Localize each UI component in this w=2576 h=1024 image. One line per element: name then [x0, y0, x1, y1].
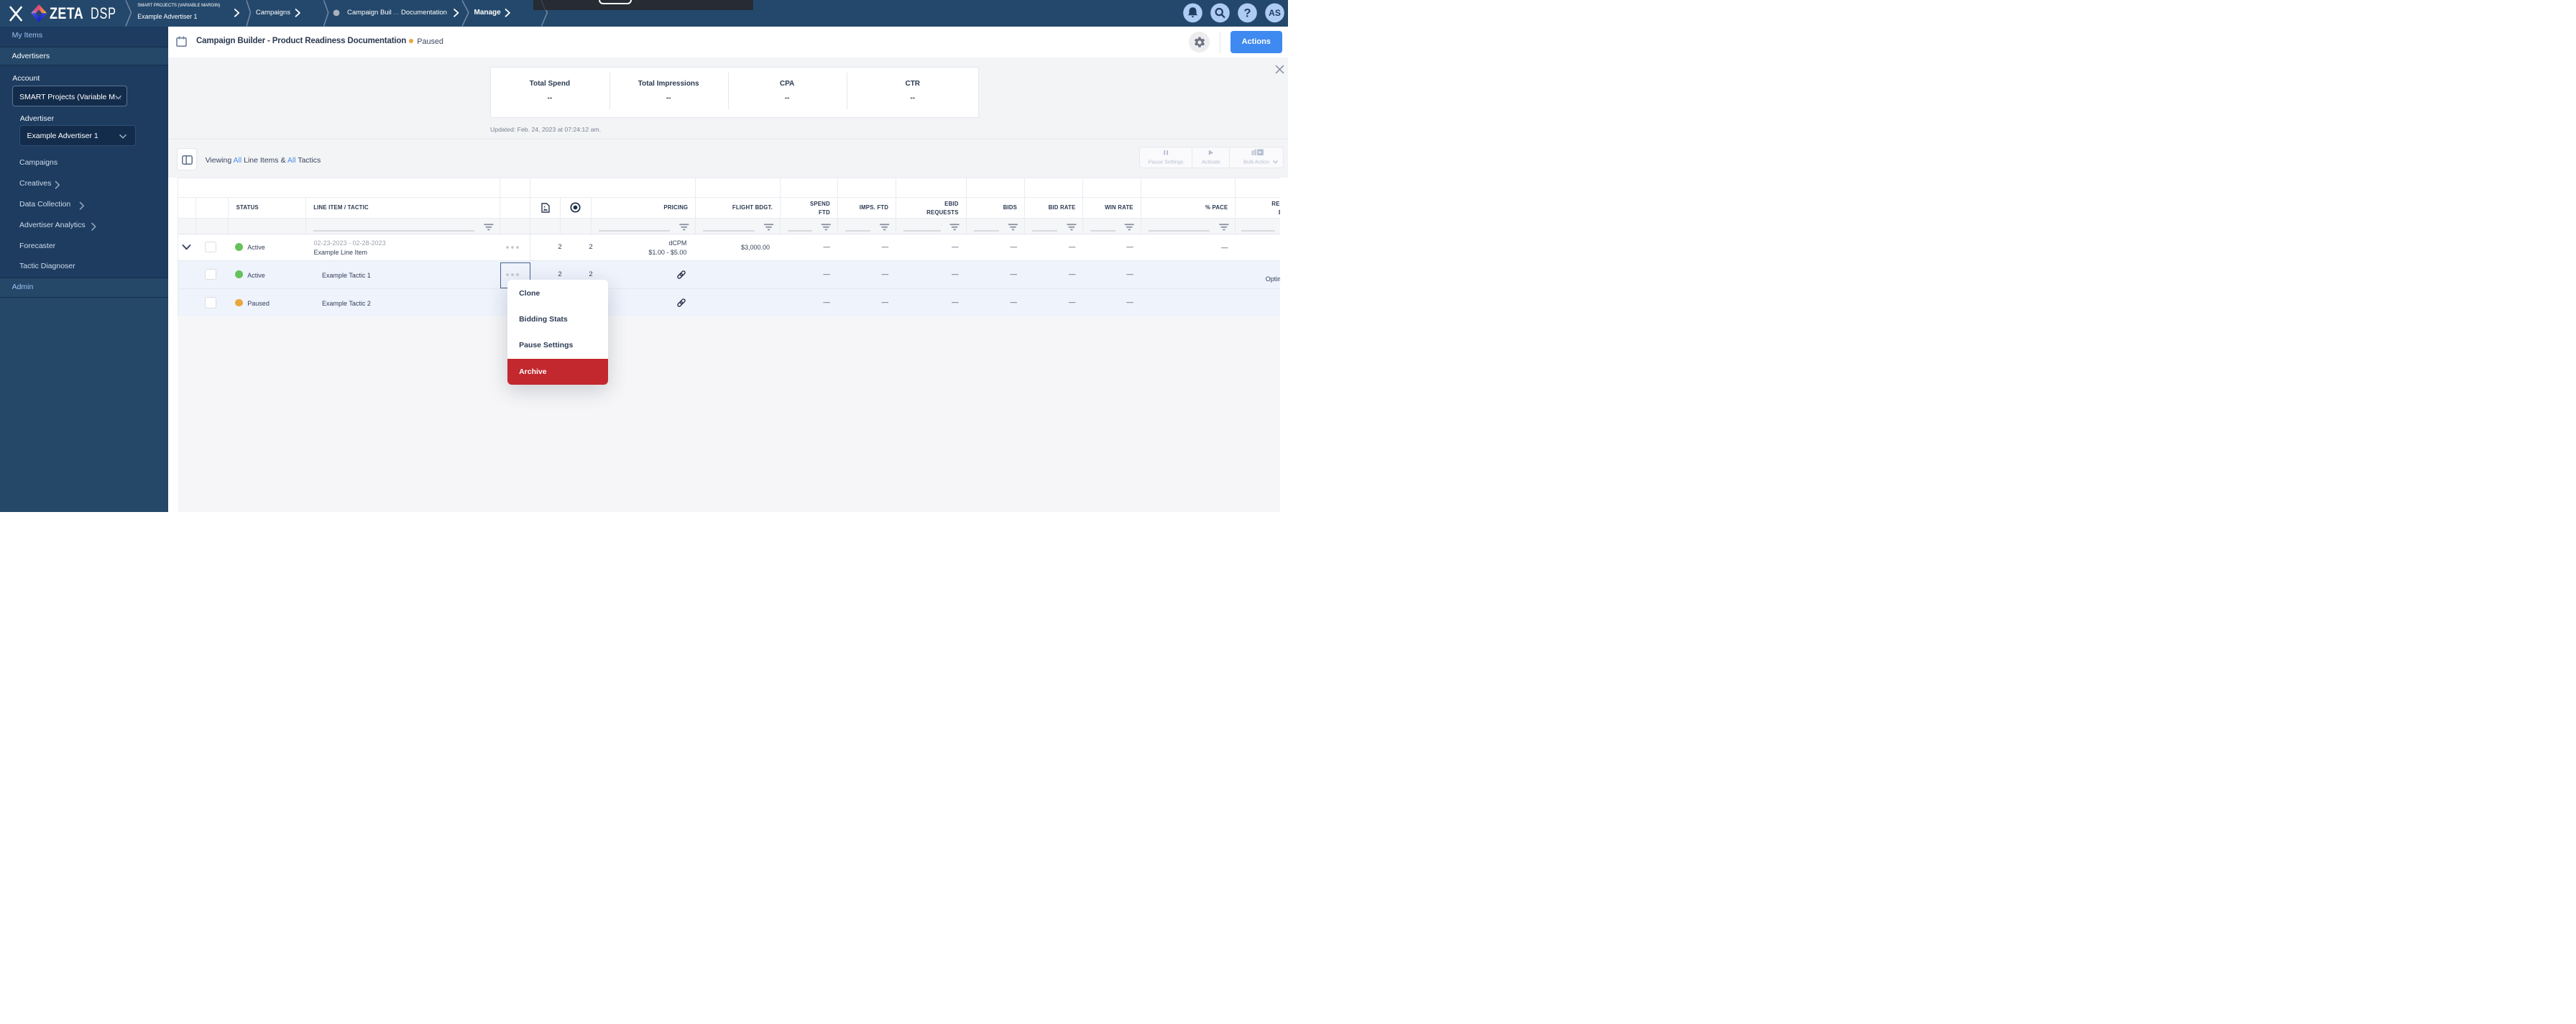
svg-text:?: ?: [1243, 7, 1251, 20]
svg-text:AS: AS: [1269, 8, 1281, 18]
